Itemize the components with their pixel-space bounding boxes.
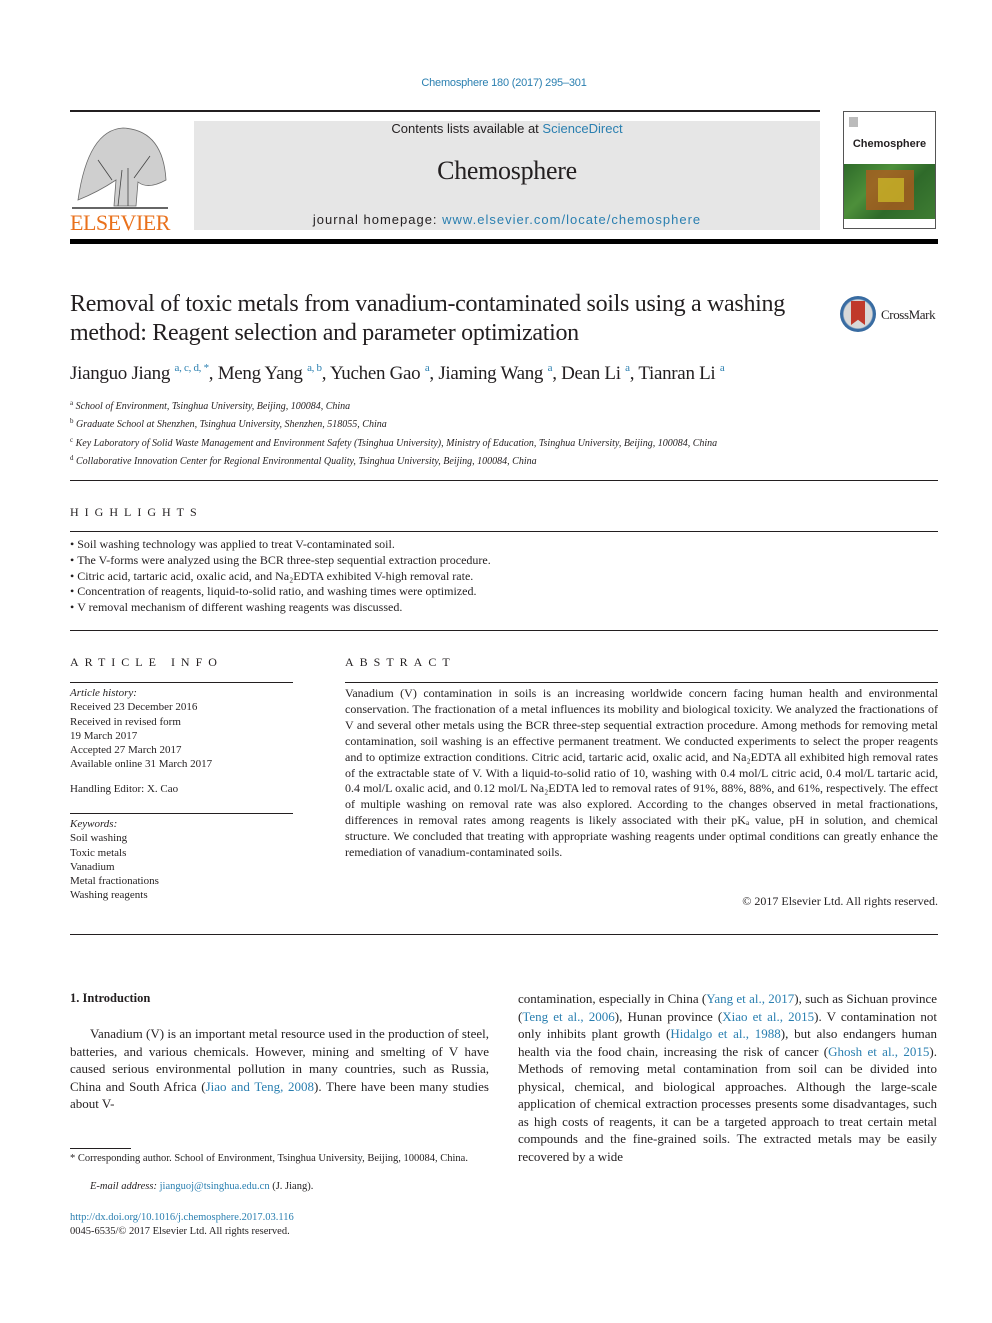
author-affiliation-marker[interactable]: a, c, d, * (175, 362, 210, 374)
journal-homepage-link[interactable]: www.elsevier.com/locate/chemosphere (442, 212, 701, 227)
header-thick-rule (70, 239, 938, 244)
citation-link[interactable]: Ghosh et al., 2015 (828, 1044, 929, 1059)
author-affiliation-marker[interactable]: a (720, 362, 725, 374)
highlight-item: The V-forms were analyzed using the BCR … (70, 553, 930, 569)
homepage-prefix: journal homepage: (312, 212, 443, 227)
history-entry: Available online 31 March 2017 (70, 758, 213, 771)
affiliation: a School of Environment, Tsinghua Univer… (70, 396, 830, 414)
affiliation-text: Collaborative Innovation Center for Regi… (76, 455, 537, 467)
journal-citation-link[interactable]: Chemosphere 180 (2017) 295–301 (0, 77, 992, 89)
highlight-item: Citric acid, tartaric acid, oxalic acid,… (70, 569, 930, 585)
history-entry: Received in revised form (70, 715, 181, 728)
body-column-left: Vanadium (V) is an important metal resou… (70, 1025, 489, 1113)
affiliation-key: d (70, 453, 74, 462)
keyword: Toxic metals (70, 846, 127, 859)
author-name[interactable]: Jianguo Jiang (70, 363, 170, 384)
article-history: Article history: Received 23 December 20… (70, 686, 300, 772)
author-affiliation-marker[interactable]: a (625, 362, 630, 374)
cover-mini-logo-icon (849, 117, 858, 127)
email-link[interactable]: jianguoj@tsinghua.edu.cn (160, 1181, 270, 1192)
history-label: Article history: (70, 687, 137, 699)
keyword: Vanadium (70, 860, 115, 873)
citation-link[interactable]: Hidalgo et al., 1988 (670, 1026, 780, 1041)
email-suffix: (J. Jiang). (269, 1181, 314, 1192)
author-affiliation-marker[interactable]: a (548, 362, 553, 374)
sciencedirect-link[interactable]: ScienceDirect (542, 121, 622, 136)
journal-cover-thumbnail[interactable]: Chemosphere (843, 111, 936, 229)
citation-link[interactable]: Xiao et al., 2015 (722, 1009, 814, 1024)
divider (70, 682, 293, 683)
keyword-items: Soil washing Toxic metals Vanadium Metal fr… (70, 831, 300, 902)
highlight-item: V removal mechanism of different washing… (70, 600, 930, 616)
abstract-copyright: © 2017 Elsevier Ltd. All rights reserved… (742, 894, 938, 908)
history-entry: 19 March 2017 (70, 729, 138, 742)
author-affiliation-marker[interactable]: a (425, 362, 430, 374)
author-affiliation-marker[interactable]: a, b (307, 362, 322, 374)
affiliation-text: School of Environment, Tsinghua Universi… (75, 401, 351, 412)
affiliation-text: Key Laboratory of Solid Waste Management… (75, 437, 718, 449)
email-label: E-mail address: (90, 1181, 160, 1192)
footnote-rule (70, 1148, 131, 1149)
crossmark-label: CrossMark (881, 307, 936, 322)
abstract-text: Vanadium (V) contamination in soils is a… (345, 686, 938, 860)
section-heading-introduction: 1. Introduction (70, 991, 151, 1005)
affiliation: d Collaborative Innovation Center for Re… (70, 451, 830, 469)
doi-link[interactable]: http://dx.doi.org/10.1016/j.chemosphere.… (70, 1212, 294, 1223)
journal-homepage-line: journal homepage: www.elsevier.com/locat… (194, 212, 820, 227)
crossmark-button[interactable]: CrossMark (840, 296, 940, 334)
author-list: Jianguo Jiang a, c, d, *, Meng Yang a, b… (70, 362, 725, 384)
cover-yellow-overlay (878, 178, 904, 202)
handling-editor: Handling Editor: X. Cao (70, 783, 179, 795)
affiliation-key: b (70, 417, 74, 426)
highlights-heading: HIGHLIGHTS (70, 505, 203, 519)
author-name[interactable]: Meng Yang (218, 363, 303, 384)
body-text: ). Methods of removing metal contaminati… (518, 1043, 937, 1164)
affiliation-key: c (70, 435, 74, 444)
body-text: ), Hunan province ( (614, 1008, 723, 1024)
divider (70, 934, 938, 935)
history-entry: Accepted 27 March 2017 (70, 744, 182, 757)
journal-name: Chemosphere (437, 156, 577, 185)
article-info-heading: ARTICLE INFO (70, 655, 223, 669)
cover-title: Chemosphere (852, 138, 927, 150)
highlights-list: Soil washing technology was applied to t… (70, 537, 930, 616)
contents-line: Contents lists available at ScienceDirec… (194, 121, 820, 136)
author-name[interactable]: Dean Li (561, 363, 621, 384)
keywords-label: Keywords: (70, 818, 118, 830)
citation-link[interactable]: Yang et al., 2017 (706, 991, 794, 1006)
divider (345, 682, 938, 683)
keyword: Washing reagents (70, 889, 148, 902)
history-items: Received 23 December 2016 Received in rev… (70, 700, 300, 771)
contents-prefix: Contents lists available at (391, 121, 543, 136)
keywords-block: Keywords: Soil washing Toxic metals Vanadi… (70, 817, 300, 903)
divider (70, 531, 938, 532)
body-text: contamination, especially in China ( (518, 991, 707, 1006)
header-top-rule (70, 110, 820, 112)
author-name[interactable]: Jiaming Wang (438, 363, 543, 384)
highlight-item: Concentration of reagents, liquid-to-sol… (70, 584, 930, 600)
keyword: Soil washing (70, 832, 128, 845)
elsevier-wordmark: ELSEVIER (70, 210, 170, 235)
divider (70, 630, 938, 631)
citation-link[interactable]: Jiao and Teng, 2008 (206, 1079, 314, 1094)
author-name[interactable]: Yuchen Gao (330, 363, 421, 384)
author-name[interactable]: Tianran Li (638, 363, 715, 384)
keyword: Metal fractionations (70, 875, 159, 888)
email-line: E-mail address: jianguoj@tsinghua.edu.cn… (90, 1181, 313, 1192)
divider (70, 480, 938, 481)
citation-link[interactable]: Teng et al., 2006 (522, 1009, 614, 1024)
affiliation-list: a School of Environment, Tsinghua Univer… (70, 396, 830, 469)
history-entry: Received 23 December 2016 (70, 701, 198, 714)
highlight-item: Soil washing technology was applied to t… (70, 537, 930, 553)
body-column-right: contamination, especially in China (Yang… (518, 990, 937, 1165)
affiliation: b Graduate School at Shenzhen, Tsinghua … (70, 414, 830, 432)
abstract-heading: ABSTRACT (345, 655, 456, 669)
divider (70, 813, 293, 814)
affiliation-text: Graduate School at Shenzhen, Tsinghua Un… (76, 419, 387, 431)
affiliation: c Key Laboratory of Solid Waste Manageme… (70, 433, 830, 451)
affiliation-key: a (70, 399, 74, 407)
issn-copyright: 0045-6535/© 2017 Elsevier Ltd. All right… (70, 1226, 290, 1237)
article-title: Removal of toxic metals from vanadium-co… (70, 291, 785, 346)
corresponding-author-footnote: * Corresponding author. School of Enviro… (70, 1153, 468, 1164)
